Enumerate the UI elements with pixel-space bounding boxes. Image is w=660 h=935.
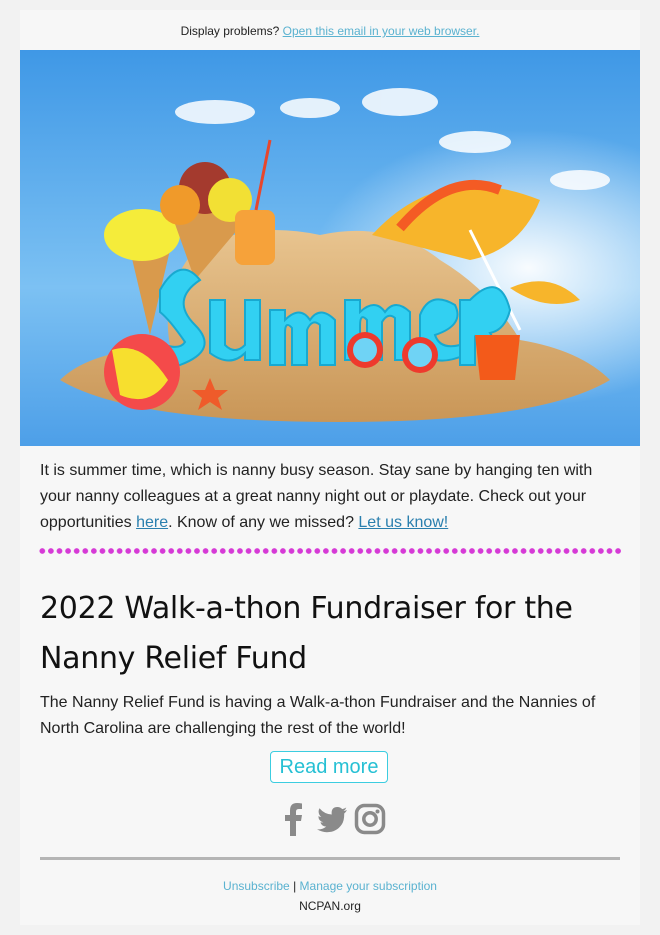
intro-paragraph: It is summer time, which is nanny busy s… [40, 458, 620, 536]
footer-separator: | [293, 879, 297, 893]
manage-subscription-link[interactable]: Manage your subscription [300, 879, 437, 893]
social-links [278, 802, 386, 836]
here-link[interactable]: here [136, 514, 168, 531]
intro-text-middle: . Know of any we missed? [168, 514, 359, 531]
footer-links: Unsubscribe | Manage your subscription [20, 879, 640, 893]
read-more-button[interactable]: Read more [270, 751, 388, 783]
preheader: Display problems? Open this email in you… [20, 10, 640, 50]
open-in-browser-link[interactable]: Open this email in your web browser. [283, 24, 480, 38]
summer-beach-illustration [20, 50, 640, 446]
footer-divider [40, 857, 620, 860]
hero-image [20, 50, 640, 446]
let-us-know-link[interactable]: Let us know! [358, 514, 448, 531]
dotted-divider [38, 548, 622, 554]
email-container: Display problems? Open this email in you… [20, 10, 640, 925]
article-body: The Nanny Relief Fund is having a Walk-a… [40, 694, 596, 737]
footer-site: NCPAN.org [299, 899, 361, 913]
instagram-icon[interactable] [354, 802, 386, 836]
unsubscribe-link[interactable]: Unsubscribe [223, 879, 290, 893]
twitter-icon[interactable] [316, 802, 348, 836]
article-title: 2022 Walk-a-thon Fundraiser for the Nann… [40, 591, 573, 676]
facebook-icon[interactable] [278, 802, 310, 836]
preheader-text: Display problems? [180, 24, 280, 38]
